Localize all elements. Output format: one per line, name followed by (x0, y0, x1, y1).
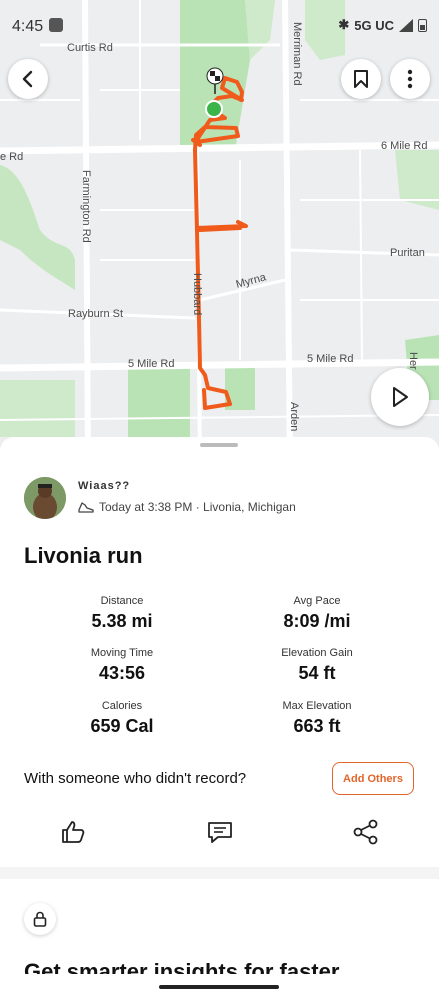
stat-label: Elevation Gain (281, 647, 353, 659)
activity-sheet: Wiaas?? Today at 3:38 PM · Livonia, Mich… (0, 437, 439, 1000)
road (282, 0, 293, 460)
comment-button[interactable] (206, 818, 234, 846)
road-label-6-mile: 6 Mile Rd (381, 140, 427, 152)
more-button[interactable] (390, 59, 430, 99)
road-label-5-mile-left: 5 Mile Rd (128, 358, 174, 370)
shoe-icon (78, 502, 94, 513)
athlete-name[interactable]: Wiaas?? (78, 480, 130, 492)
status-bar: 4:45 ✱ 5G UC (0, 0, 439, 52)
share-icon (353, 819, 378, 845)
road-label-rayburn: Rayburn St (68, 308, 123, 320)
notification-icon (49, 18, 63, 32)
stat-moving-time: Moving Time 43:56 (22, 647, 222, 684)
road-label-6-mile-left: e Rd (0, 151, 23, 163)
comment-icon (208, 822, 232, 843)
back-icon (22, 70, 33, 88)
status-time: 4:45 (12, 18, 44, 35)
play-icon (393, 387, 408, 407)
flyover-play-button[interactable] (371, 368, 429, 426)
bluetooth-icon: ✱ (338, 17, 350, 32)
section-divider (0, 867, 439, 879)
stat-value: 54 ft (298, 663, 336, 683)
save-route-button[interactable] (341, 59, 381, 99)
road-label-henry: Her (407, 352, 419, 370)
park-area (0, 165, 75, 290)
add-others-button[interactable]: Add Others (332, 762, 414, 795)
road (359, 149, 363, 361)
stat-max-elevation: Max Elevation 663 ft (217, 700, 417, 737)
stat-label: Calories (101, 700, 143, 712)
park-area (128, 368, 190, 437)
activity-meta: Today at 3:38 PM · Livonia, Michigan (99, 500, 296, 514)
subscription-lock[interactable] (24, 903, 56, 935)
like-icon (62, 821, 85, 843)
road (0, 358, 439, 372)
road-label-5-mile-right: 5 Mile Rd (307, 353, 353, 365)
kudos-button[interactable] (59, 818, 87, 846)
road-label-puritan: Puritan (390, 247, 425, 259)
stat-label: Avg Pace (293, 595, 341, 607)
more-icon (407, 69, 413, 89)
stat-label: Max Elevation (282, 700, 352, 712)
stat-distance: Distance 5.38 mi (22, 595, 222, 632)
add-others-prompt: With someone who didn't record? (24, 770, 247, 787)
back-button[interactable] (8, 59, 48, 99)
stat-label: Moving Time (90, 647, 154, 659)
bookmark-icon (354, 70, 368, 88)
battery-icon (418, 19, 427, 32)
stat-elevation-gain: Elevation Gain 54 ft (217, 647, 417, 684)
road-label-hubbard: Hubbard (191, 273, 203, 315)
network-label: 5G UC (354, 17, 394, 33)
stat-value: 5.38 mi (91, 611, 153, 631)
road-label-arden: Arden (288, 402, 300, 431)
signal-icon (399, 18, 413, 32)
lock-icon (33, 911, 47, 927)
road-label-farmington: Farmington Rd (80, 170, 92, 243)
stat-value: 659 Cal (90, 716, 154, 736)
system-nav-bar (0, 974, 439, 1000)
stat-label: Distance (100, 595, 144, 607)
park-area (0, 380, 75, 437)
stat-value: 43:56 (98, 663, 146, 683)
road (0, 141, 439, 155)
home-gesture-bar[interactable] (159, 985, 279, 989)
stat-value: 663 ft (293, 716, 341, 736)
share-button[interactable] (352, 818, 380, 846)
drag-handle[interactable] (200, 443, 238, 447)
avatar[interactable] (24, 477, 66, 519)
stat-calories: Calories 659 Cal (22, 700, 222, 737)
stat-value: 8:09 /mi (283, 611, 351, 631)
stat-avg-pace: Avg Pace 8:09 /mi (217, 595, 417, 632)
start-marker (205, 100, 223, 118)
activity-title: Livonia run (24, 543, 143, 568)
